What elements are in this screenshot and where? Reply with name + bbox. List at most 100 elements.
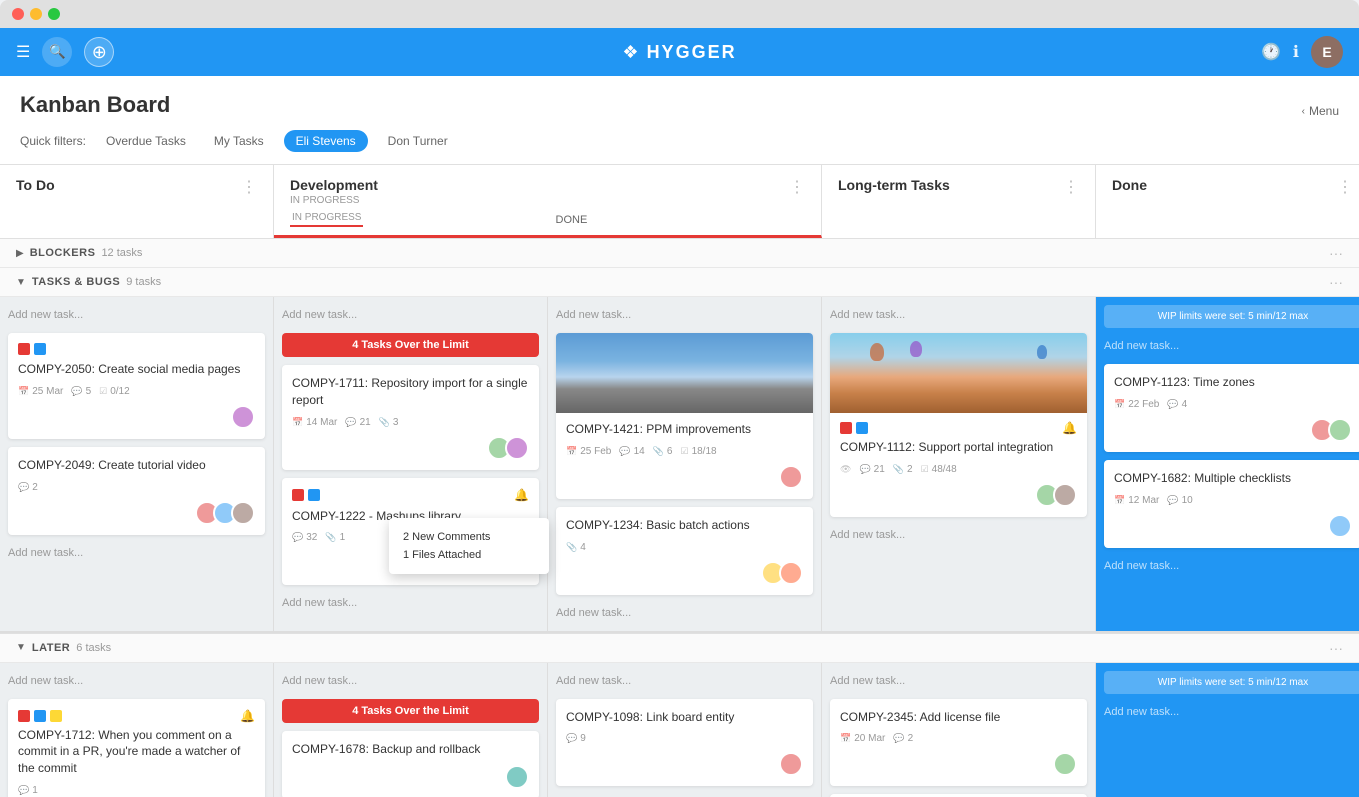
menu-button[interactable]: ‹ Menu (1302, 104, 1339, 118)
card-title: COMPY-1123: Time zones (1114, 374, 1352, 391)
task-card-compy-2049[interactable]: COMPY-2049: Create tutorial video 💬 2 (8, 447, 265, 535)
filter-don-turner[interactable]: Don Turner (380, 130, 456, 152)
tag-blue (856, 422, 868, 434)
later-dev-done-column: Add new task... COMPY-1098: Link board e… (548, 663, 822, 797)
search-button[interactable]: 🔍 (42, 37, 72, 67)
later-section-header[interactable]: ▼ LATER 6 tasks ··· (0, 633, 1359, 663)
later-todo-add-task[interactable]: Add new task... (8, 671, 265, 691)
done-add-task[interactable]: Add new task... (1104, 336, 1359, 356)
comment-icon: 💬 (71, 386, 82, 397)
later-done-add-task[interactable]: Add new task... (1104, 702, 1359, 722)
task-card-compy-1234[interactable]: COMPY-1234: Basic batch actions 📎 4 (556, 507, 813, 595)
later-dev-done-add-task[interactable]: Add new task... (556, 671, 813, 691)
card-title: COMPY-1098: Link board entity (566, 709, 803, 726)
card-title: COMPY-1712: When you comment on a commit… (18, 727, 255, 777)
filter-overdue[interactable]: Overdue Tasks (98, 130, 194, 152)
filter-my-tasks[interactable]: My Tasks (206, 130, 272, 152)
calendar-icon: 📅 (566, 446, 577, 457)
task-card-compy-1682[interactable]: COMPY-1682: Multiple checklists 📅 12 Mar… (1104, 460, 1359, 548)
task-card-compy-1421[interactable]: COMPY-1421: PPM improvements 📅 25 Feb 💬 … (556, 333, 813, 499)
task-card-compy-1123[interactable]: COMPY-1123: Time zones 📅 22 Feb 💬 4 (1104, 364, 1359, 452)
blockers-section-count: 12 tasks (101, 247, 142, 259)
todo-menu-icon[interactable]: ⋮ (241, 177, 257, 197)
add-button[interactable]: ⊕ (84, 37, 114, 67)
column-headers: To Do ⋮ Development IN PROGRESS ⋮ IN PRO… (0, 165, 1359, 239)
avatar-1 (505, 765, 529, 789)
quick-filters: Quick filters: Overdue Tasks My Tasks El… (20, 130, 1339, 164)
info-icon[interactable]: ℹ (1293, 42, 1299, 62)
hamburger-icon[interactable]: ☰ (16, 42, 30, 62)
tasks-bugs-section-count: 9 tasks (126, 276, 161, 288)
tag-red (840, 422, 852, 434)
card-tags (18, 710, 62, 722)
todo-add-task[interactable]: Add new task... (8, 305, 265, 325)
longterm-menu-icon[interactable]: ⋮ (1063, 177, 1079, 197)
task-card-compy-2345[interactable]: COMPY-2345: Add license file 📅 20 Mar 💬 … (830, 699, 1087, 787)
maximize-button[interactable] (48, 8, 60, 20)
minimize-button[interactable] (30, 8, 42, 20)
check-icon: ☑ (99, 386, 107, 397)
col-title-todo: To Do (16, 177, 55, 193)
dev-done-add-task-bottom[interactable]: Add new task... (556, 603, 813, 623)
eye-icon: 👁 (840, 464, 851, 475)
later-dots-icon[interactable]: ··· (1329, 640, 1343, 656)
tag-red (18, 343, 30, 355)
task-card-compy-2050[interactable]: COMPY-2050: Create social media pages 📅 … (8, 333, 265, 439)
user-avatar[interactable]: E (1311, 36, 1343, 68)
card-title: COMPY-2345: Add license file (840, 709, 1077, 726)
history-icon[interactable]: 🕐 (1261, 42, 1281, 62)
later-dev-inprogress-add-task[interactable]: Add new task... (282, 671, 539, 691)
development-menu-icon[interactable]: ⋮ (789, 177, 805, 197)
longterm-add-task-bottom[interactable]: Add new task... (830, 525, 1087, 545)
bell-icon: 🔔 (240, 709, 255, 723)
task-card-compy-1098[interactable]: COMPY-1098: Link board entity 💬 9 (556, 699, 813, 787)
later-section-count: 6 tasks (76, 642, 111, 654)
comment-icon: 💬 (292, 532, 303, 543)
todo-add-task-bottom[interactable]: Add new task... (8, 543, 265, 563)
calendar-icon: 📅 (1114, 399, 1125, 410)
task-card-compy-1712[interactable]: 🔔 COMPY-1712: When you comment on a comm… (8, 699, 265, 797)
task-card-compy-1711[interactable]: COMPY-1711: Repository import for a sing… (282, 365, 539, 470)
filter-eli-stevens[interactable]: Eli Stevens (284, 130, 368, 152)
traffic-lights (12, 8, 60, 20)
comment-icon: 💬 (1167, 399, 1178, 410)
dev-done-column: Add new task... COMPY-1421: PPM improvem… (548, 297, 822, 631)
later-longterm-add-task[interactable]: Add new task... (830, 671, 1087, 691)
card-footer (566, 465, 803, 489)
comment-icon: 💬 (566, 733, 577, 744)
card-avatars (1328, 514, 1352, 538)
dev-done-add-task[interactable]: Add new task... (556, 305, 813, 325)
card-avatars (487, 436, 529, 460)
done-add-task-bottom[interactable]: Add new task... (1104, 556, 1359, 576)
later-board-row: Add new task... 🔔 COMPY-1712: When you c… (0, 663, 1359, 797)
task-card-compy-1112[interactable]: 🔔 COMPY-1112: Support portal integration… (830, 333, 1087, 517)
col-header-todo: To Do ⋮ (0, 165, 274, 238)
later-section-name: LATER (32, 642, 70, 654)
card-meta: 💬 2 (18, 482, 255, 493)
avatar-2 (1328, 418, 1352, 442)
tasks-bugs-dots-icon[interactable]: ··· (1329, 274, 1343, 290)
window-chrome (0, 0, 1359, 28)
avatar-2 (1053, 483, 1077, 507)
done-menu-icon[interactable]: ⋮ (1337, 177, 1353, 197)
task-card-compy-1678[interactable]: COMPY-1678: Backup and rollback (282, 731, 539, 797)
logo-text: HYGGER (647, 42, 737, 63)
dev-inprogress-add-task[interactable]: Add new task... (282, 305, 539, 325)
card-avatars (1310, 418, 1352, 442)
blockers-dots-icon[interactable]: ··· (1329, 245, 1343, 261)
longterm-add-task[interactable]: Add new task... (830, 305, 1087, 325)
nav-right: 🕐 ℹ E (1261, 36, 1343, 68)
bell-icon: 🔔 (1062, 421, 1077, 435)
card-meta: 📅 12 Mar 💬 10 (1114, 495, 1352, 506)
avatar-2 (779, 561, 803, 585)
card-title: COMPY-1112: Support portal integration (840, 439, 1077, 456)
blockers-section-header[interactable]: ▶ BLOCKERS 12 tasks ··· (0, 239, 1359, 268)
col-title-done: Done (1112, 177, 1147, 193)
wip-limit-banner-later: WIP limits were set: 5 min/12 max (1104, 671, 1359, 694)
check-icon: ☑ (680, 446, 688, 457)
close-button[interactable] (12, 8, 24, 20)
card-avatars (1053, 752, 1077, 776)
dev-inprogress-add-task-bottom[interactable]: Add new task... (282, 593, 539, 613)
card-footer (1114, 514, 1352, 538)
tasks-bugs-section-header[interactable]: ▼ TASKS & BUGS 9 tasks ··· (0, 268, 1359, 297)
